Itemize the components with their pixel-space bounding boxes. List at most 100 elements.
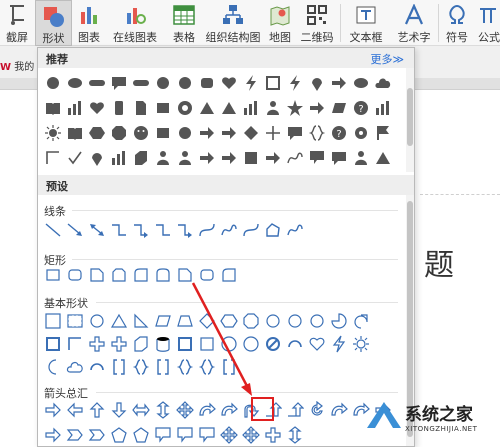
recommended-shape-oct-icon[interactable] bbox=[110, 124, 128, 142]
basic-shape-frame-icon[interactable] bbox=[176, 335, 194, 353]
recommended-shape-flag-icon[interactable] bbox=[374, 124, 392, 142]
recommended-shape-callout-icon[interactable] bbox=[308, 149, 326, 167]
recommended-shape-bars-icon[interactable] bbox=[110, 149, 128, 167]
rectangle-shape-snip2-icon[interactable] bbox=[110, 266, 128, 284]
arrow-shape-quad-icon[interactable] bbox=[220, 426, 238, 444]
rectangle-shape-rrect-icon[interactable] bbox=[66, 266, 84, 284]
basic-shape-bracket-icon[interactable] bbox=[220, 358, 238, 376]
arrow-shape-pent-icon[interactable] bbox=[132, 426, 150, 444]
basic-shape-noSym-icon[interactable] bbox=[264, 335, 282, 353]
line-shape-elbow-icon[interactable] bbox=[154, 221, 172, 239]
basic-shape-table-icon[interactable] bbox=[66, 312, 84, 330]
line-shape-scribble-icon[interactable] bbox=[220, 221, 238, 239]
basic-shape-smiley-icon[interactable] bbox=[220, 335, 238, 353]
recommended-shape-rect-icon[interactable] bbox=[154, 124, 172, 142]
rectangle-shape-rrect-icon[interactable] bbox=[198, 266, 216, 284]
chart-button[interactable]: 图表 bbox=[74, 0, 104, 46]
arrow-shape-curveR-icon[interactable] bbox=[198, 401, 216, 419]
basic-shape-pie-icon[interactable] bbox=[330, 312, 348, 330]
recommended-shape-speech-icon[interactable] bbox=[286, 124, 304, 142]
arrow-shape-callout-icon[interactable] bbox=[198, 426, 216, 444]
recommended-shape-bolt-icon[interactable] bbox=[242, 74, 260, 92]
basic-shape-cross-icon[interactable] bbox=[110, 335, 128, 353]
line-shape-lineArr-icon[interactable] bbox=[66, 221, 84, 239]
recommended-shape-tri-icon[interactable] bbox=[374, 149, 392, 167]
recommended-shape-arrowR-icon[interactable] bbox=[308, 99, 326, 117]
recommend-scrollbar[interactable] bbox=[406, 68, 414, 172]
recommended-shape-arrowR-icon[interactable] bbox=[264, 149, 282, 167]
basic-shape-tri-icon[interactable] bbox=[110, 312, 128, 330]
recommended-shape-gear-icon[interactable] bbox=[352, 124, 370, 142]
basic-shape-bracket-icon[interactable] bbox=[154, 358, 172, 376]
recommended-shape-book-icon[interactable] bbox=[66, 124, 84, 142]
arrow-shape-callout-icon[interactable] bbox=[154, 426, 172, 444]
recommended-shape-diamond-icon[interactable] bbox=[242, 124, 260, 142]
line-shape-curve-icon[interactable] bbox=[242, 221, 260, 239]
basic-shape-oct-icon[interactable] bbox=[242, 312, 260, 330]
recommended-shape-rect-icon[interactable] bbox=[154, 99, 172, 117]
basic-shape-bracket-icon[interactable] bbox=[110, 358, 128, 376]
basic-shape-brace-icon[interactable] bbox=[132, 358, 150, 376]
basic-shape-sun-icon[interactable] bbox=[352, 335, 370, 353]
recommended-shape-heart-icon[interactable] bbox=[88, 99, 106, 117]
arrow-shape-arrowU-icon[interactable] bbox=[88, 401, 106, 419]
basic-shape-brace-icon[interactable] bbox=[198, 358, 216, 376]
recommended-shape-cube-icon[interactable] bbox=[132, 149, 150, 167]
basic-shape-cube-icon[interactable] bbox=[132, 335, 150, 353]
recommended-shape-tri-icon[interactable] bbox=[198, 99, 216, 117]
recommended-shape-speech-icon[interactable] bbox=[330, 149, 348, 167]
recommended-shape-question-icon[interactable]: ? bbox=[352, 99, 370, 117]
basic-shape-circle-icon[interactable] bbox=[286, 312, 304, 330]
recommended-shape-arrowR-icon[interactable] bbox=[198, 149, 216, 167]
line-shape-elbowArr-icon[interactable] bbox=[132, 221, 150, 239]
rectangle-shape-rect-icon[interactable] bbox=[44, 266, 62, 284]
basic-shape-circle-icon[interactable] bbox=[264, 312, 282, 330]
shape-button[interactable]: 形状 bbox=[35, 0, 72, 46]
recommended-shape-ellipse-icon[interactable] bbox=[66, 74, 84, 92]
recommended-shape-book-icon[interactable] bbox=[44, 99, 62, 117]
arrow-shape-curveR-icon[interactable] bbox=[220, 401, 238, 419]
recommended-shape-brace-icon[interactable] bbox=[308, 124, 326, 142]
rectangle-shape-round2-icon[interactable] bbox=[132, 266, 150, 284]
recommended-shape-person-icon[interactable] bbox=[154, 149, 172, 167]
table-button[interactable]: 表格 bbox=[166, 0, 202, 46]
recommended-shape-circle-icon[interactable] bbox=[176, 74, 194, 92]
recommended-shape-plus-icon[interactable] bbox=[264, 124, 282, 142]
rectangle-shape-snip-icon[interactable] bbox=[88, 266, 106, 284]
recommended-shape-person-icon[interactable] bbox=[176, 149, 194, 167]
map-button[interactable]: 地图 bbox=[264, 0, 296, 46]
recommended-shape-ellipse-icon[interactable] bbox=[352, 74, 370, 92]
recommended-shape-person-icon[interactable] bbox=[264, 99, 282, 117]
line-shape-curve-icon[interactable] bbox=[198, 221, 216, 239]
arrow-shape-arrowLR-icon[interactable] bbox=[132, 401, 150, 419]
recommended-shape-question-icon[interactable]: ? bbox=[330, 124, 348, 142]
arrow-shape-cross-icon[interactable] bbox=[264, 426, 282, 444]
arrow-shape-quad-icon[interactable] bbox=[176, 401, 194, 419]
rectangle-shape-round3-icon[interactable] bbox=[154, 266, 172, 284]
basic-shape-donut-icon[interactable] bbox=[242, 335, 260, 353]
recommended-shape-speech-icon[interactable] bbox=[110, 74, 128, 92]
arrow-shape-bendUp-icon[interactable] bbox=[286, 401, 304, 419]
recommended-shape-arrowR-icon[interactable] bbox=[220, 124, 238, 142]
recommended-shape-bolt-icon[interactable] bbox=[286, 74, 304, 92]
arrow-shape-arrowUD-icon[interactable] bbox=[286, 426, 304, 444]
recommended-shape-corner-icon[interactable] bbox=[44, 149, 62, 167]
rectangle-shape-round2-icon[interactable] bbox=[220, 266, 238, 284]
arrow-shape-arrowUD-icon[interactable] bbox=[154, 401, 172, 419]
recommended-shape-bars-icon[interactable] bbox=[242, 99, 260, 117]
arrow-shape-chev-icon[interactable] bbox=[88, 426, 106, 444]
recommended-shape-circle-icon[interactable] bbox=[44, 74, 62, 92]
recommended-shape-check-icon[interactable] bbox=[66, 149, 84, 167]
line-shape-elbow-icon[interactable] bbox=[110, 221, 128, 239]
wordart-button[interactable]: 艺术字 bbox=[392, 0, 436, 46]
recommended-shape-scribble-icon[interactable] bbox=[286, 149, 304, 167]
more-link[interactable]: 更多≫ bbox=[370, 51, 404, 67]
recommended-shape-tri-icon[interactable] bbox=[220, 99, 238, 117]
basic-shape-heart-icon[interactable] bbox=[308, 335, 326, 353]
rectangle-shape-snip-icon[interactable] bbox=[176, 266, 194, 284]
recommended-shape-bars-icon[interactable] bbox=[66, 99, 84, 117]
basic-shape-corner-icon[interactable] bbox=[66, 335, 84, 353]
recommended-shape-rrect-icon[interactable] bbox=[198, 74, 216, 92]
arrow-shape-quad-icon[interactable] bbox=[242, 426, 260, 444]
arrow-shape-circArrow-icon[interactable] bbox=[308, 401, 326, 419]
